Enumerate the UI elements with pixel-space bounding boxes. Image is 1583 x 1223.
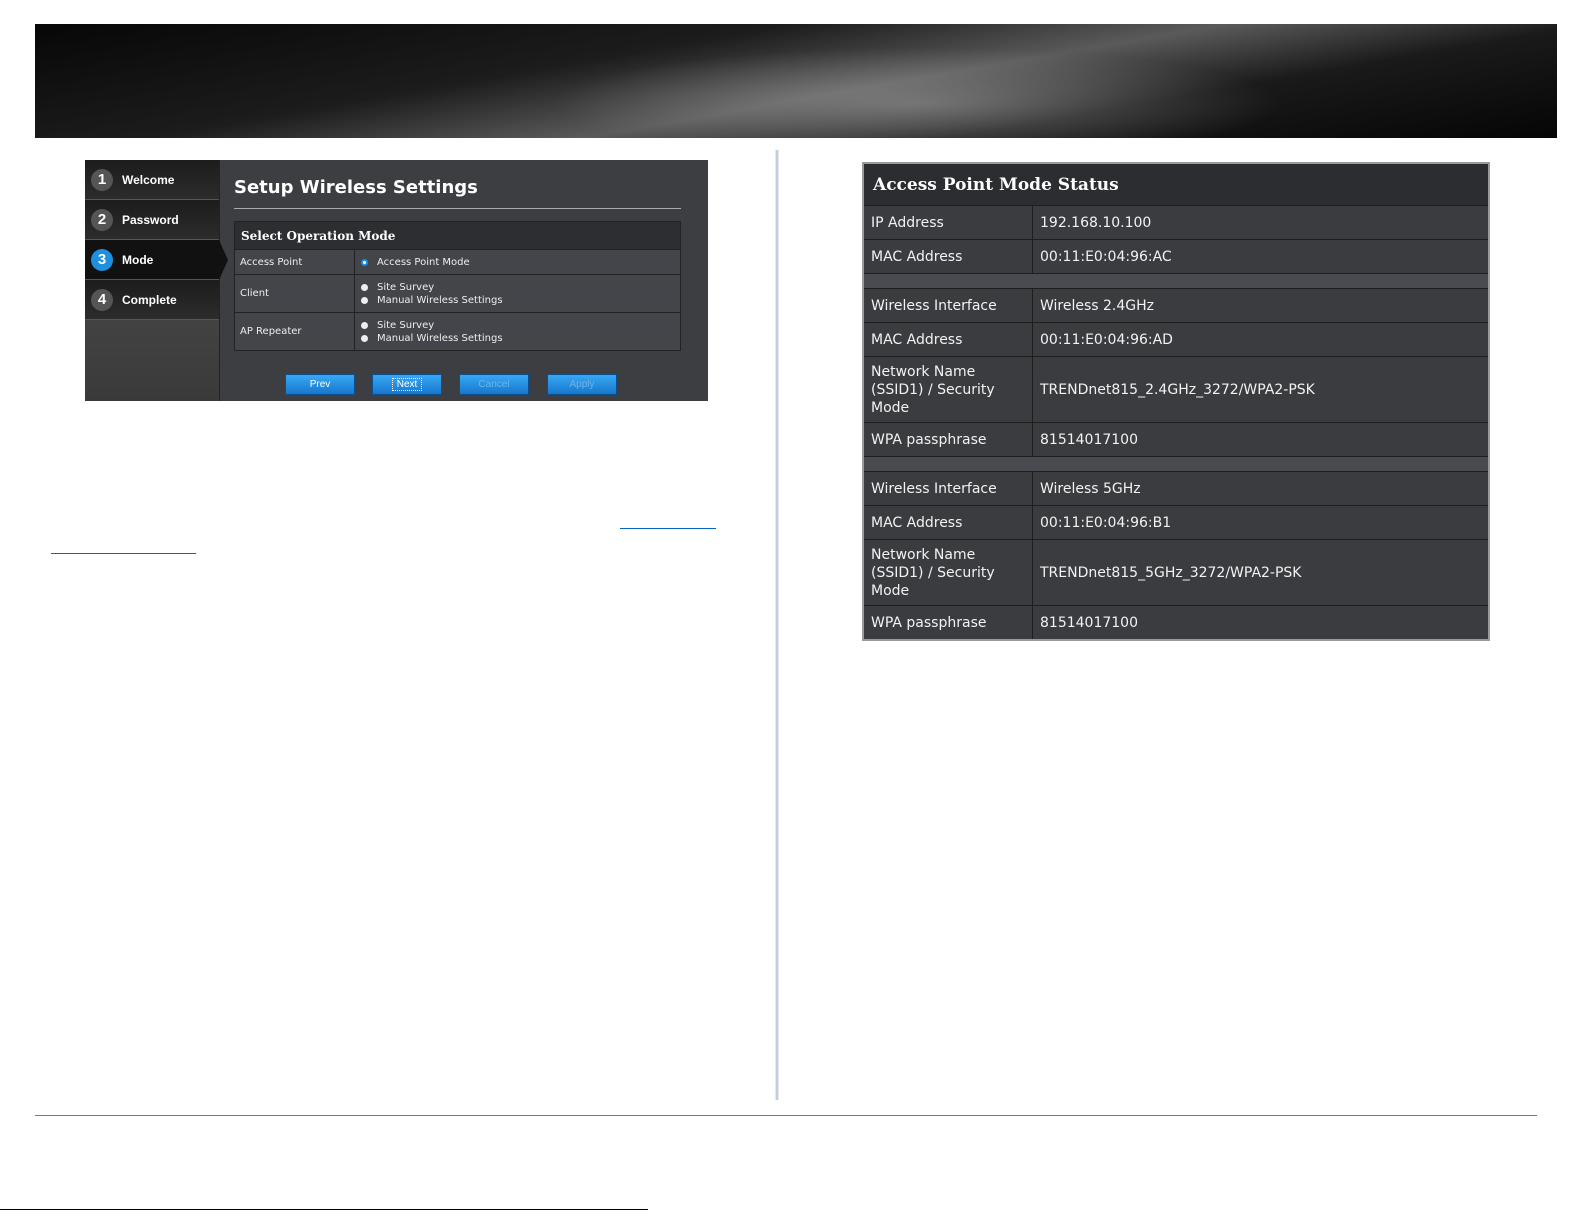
next-button[interactable]: Next — [372, 374, 442, 395]
status-key: Network Name (SSID1) / Security Mode — [864, 540, 1033, 605]
radio-icon — [361, 321, 368, 329]
radio-client-manual-settings[interactable]: Manual Wireless Settings — [361, 294, 680, 307]
status-key: WPA passphrase — [864, 423, 1033, 456]
mode-row-access-point: Access Point Access Point Mode — [235, 249, 680, 274]
radio-access-point-mode[interactable]: Access Point Mode — [361, 256, 680, 269]
radio-icon — [361, 296, 368, 304]
step-number-badge: 4 — [91, 288, 113, 311]
option-label: Site Survey — [377, 319, 435, 331]
mode-label: Access Point — [235, 250, 355, 274]
step-number-badge: 3 — [91, 248, 113, 271]
wizard-title: Setup Wireless Settings — [234, 177, 478, 198]
radio-icon — [361, 334, 368, 342]
status-value: Wireless 5GHz — [1040, 480, 1141, 497]
status-title: Access Point Mode Status — [864, 164, 1488, 205]
status-row-wireless-interface-24: Wireless Interface Wireless 2.4GHz — [864, 288, 1488, 322]
hyperlink-underline[interactable] — [51, 553, 196, 554]
wizard-step-complete[interactable]: 4 Complete — [85, 280, 219, 320]
radio-selected-icon — [361, 258, 368, 266]
step-label: Password — [122, 212, 179, 227]
wizard-step-welcome[interactable]: 1 Welcome — [85, 160, 219, 200]
section-spacer — [864, 456, 1488, 471]
status-key: IP Address — [864, 206, 1033, 239]
step-label: Welcome — [122, 172, 175, 187]
apply-button[interactable]: Apply — [547, 374, 617, 395]
radio-icon — [361, 283, 368, 291]
status-key: WPA passphrase — [864, 606, 1033, 639]
status-value: 00:11:E0:04:96:AC — [1040, 248, 1172, 265]
access-point-status-table: Access Point Mode Status IP Address 192.… — [862, 162, 1490, 641]
status-value: TRENDnet815_2.4GHz_3272/WPA2-PSK — [1040, 381, 1315, 398]
status-value: TRENDnet815_5GHz_3272/WPA2-PSK — [1040, 564, 1302, 581]
cancel-button[interactable]: Cancel — [459, 374, 529, 395]
status-row-mac: MAC Address 00:11:E0:04:96:AC — [864, 239, 1488, 273]
prev-button[interactable]: Prev — [285, 374, 355, 395]
footer-rule — [35, 1115, 1537, 1116]
option-label: Manual Wireless Settings — [377, 294, 503, 306]
status-value: 192.168.10.100 — [1040, 214, 1152, 231]
column-divider — [775, 150, 779, 1100]
step-number-badge: 1 — [91, 168, 113, 191]
status-value: 81514017100 — [1040, 614, 1138, 631]
next-button-label: Next — [391, 378, 423, 391]
step-number-badge: 2 — [91, 208, 113, 231]
status-key: MAC Address — [864, 506, 1033, 539]
status-row-wireless-interface-5: Wireless Interface Wireless 5GHz — [864, 471, 1488, 505]
radio-client-site-survey[interactable]: Site Survey — [361, 281, 680, 294]
status-value: 00:11:E0:04:96:AD — [1040, 331, 1173, 348]
mode-label: AP Repeater — [235, 313, 355, 350]
title-divider — [234, 208, 681, 209]
status-row-passphrase-5: WPA passphrase 81514017100 — [864, 605, 1488, 639]
status-value: 81514017100 — [1040, 431, 1138, 448]
mode-row-ap-repeater: AP Repeater Site Survey Manual Wireless … — [235, 312, 680, 350]
mode-label: Client — [235, 275, 355, 312]
status-row-ssid-24: Network Name (SSID1) / Security Mode TRE… — [864, 356, 1488, 422]
status-row-mac-24: MAC Address 00:11:E0:04:96:AD — [864, 322, 1488, 356]
wizard-step-password[interactable]: 2 Password — [85, 200, 219, 240]
status-value: Wireless 2.4GHz — [1040, 297, 1155, 314]
mode-row-client: Client Site Survey Manual Wireless Setti… — [235, 274, 680, 312]
wizard-step-mode[interactable]: 3 Mode — [85, 240, 228, 280]
radio-repeater-site-survey[interactable]: Site Survey — [361, 319, 680, 332]
status-key: Network Name (SSID1) / Security Mode — [864, 357, 1033, 422]
operation-mode-header: Select Operation Mode — [235, 222, 680, 249]
status-row-mac-5: MAC Address 00:11:E0:04:96:B1 — [864, 505, 1488, 539]
status-row-passphrase-24: WPA passphrase 81514017100 — [864, 422, 1488, 456]
bottom-edge-line — [0, 1209, 648, 1210]
status-key: MAC Address — [864, 240, 1033, 273]
status-key: Wireless Interface — [864, 472, 1033, 505]
setup-wizard-panel: 1 Welcome 2 Password 3 Mode 4 Complete S… — [85, 160, 708, 401]
operation-mode-table: Select Operation Mode Access Point Acces… — [234, 221, 681, 351]
section-spacer — [864, 273, 1488, 288]
option-label: Manual Wireless Settings — [377, 332, 503, 344]
header-banner — [35, 24, 1557, 138]
option-label: Site Survey — [377, 281, 435, 293]
option-label: Access Point Mode — [377, 256, 470, 268]
status-row-ssid-5: Network Name (SSID1) / Security Mode TRE… — [864, 539, 1488, 605]
status-value: 00:11:E0:04:96:B1 — [1040, 514, 1172, 531]
step-label: Mode — [122, 252, 154, 267]
step-label: Complete — [122, 292, 177, 307]
status-key: Wireless Interface — [864, 289, 1033, 322]
status-key: MAC Address — [864, 323, 1033, 356]
hyperlink-underline[interactable] — [620, 528, 716, 529]
wizard-steps-sidebar: 1 Welcome 2 Password 3 Mode 4 Complete — [85, 160, 228, 401]
status-row-ip: IP Address 192.168.10.100 — [864, 205, 1488, 239]
radio-repeater-manual-settings[interactable]: Manual Wireless Settings — [361, 332, 680, 345]
